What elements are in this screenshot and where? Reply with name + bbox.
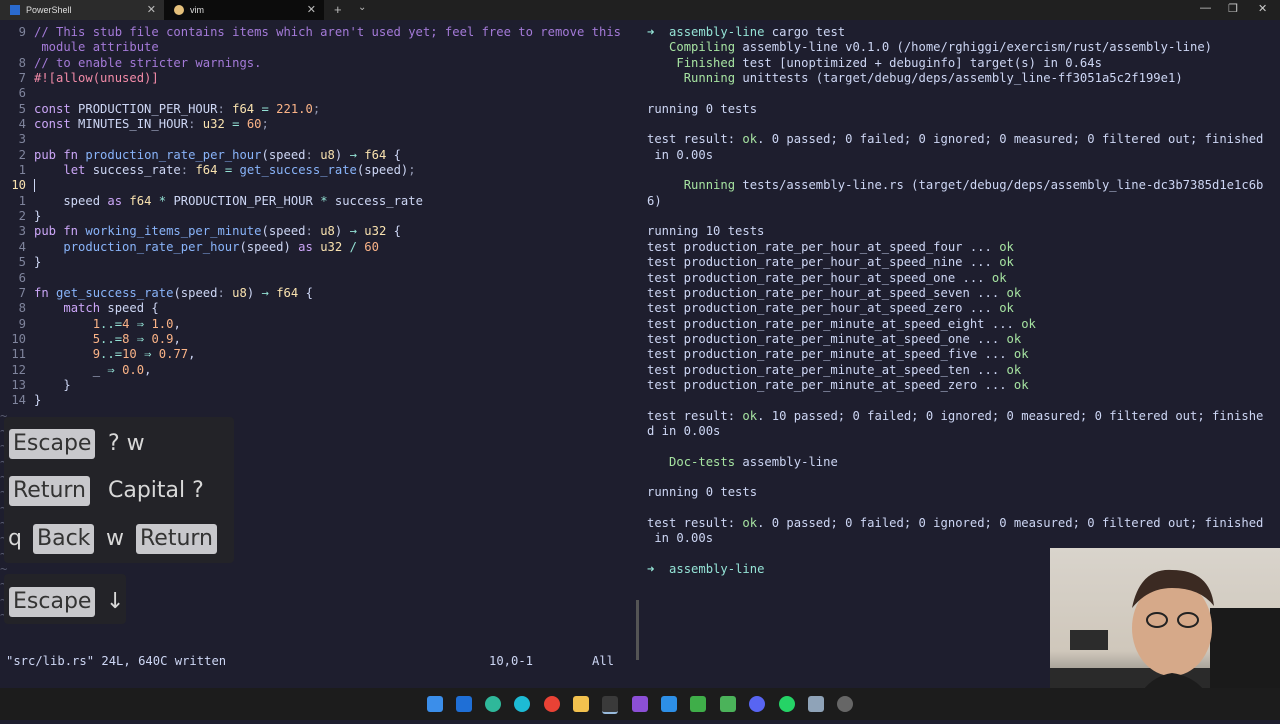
photos-icon[interactable] — [808, 696, 824, 712]
whatsapp-icon[interactable] — [779, 696, 795, 712]
tab-powershell[interactable]: PowerShell ✕ — [0, 0, 164, 20]
tab-bar: PowerShell ✕ vim ✕ + ⌄ — ❐ ✕ — [0, 0, 1280, 20]
chrome-icon[interactable] — [544, 696, 560, 712]
file-explorer-icon[interactable] — [573, 696, 589, 712]
key-text: q — [8, 526, 22, 551]
key-return: Return — [9, 476, 91, 506]
settings-gear-icon[interactable] — [837, 696, 853, 712]
close-icon[interactable]: ✕ — [147, 3, 156, 16]
tab-label: PowerShell — [26, 5, 72, 15]
key-return: Return — [136, 524, 218, 554]
notepad-icon[interactable] — [690, 696, 706, 712]
tab-vim[interactable]: vim ✕ — [164, 0, 324, 20]
edge-icon[interactable] — [485, 696, 501, 712]
text-cursor — [34, 179, 35, 193]
cursor-position: 10,0-1 — [489, 654, 534, 668]
linux-icon — [174, 5, 184, 15]
phone-link-icon[interactable] — [720, 696, 736, 712]
key-text: ? w — [108, 431, 145, 456]
scroll-indicator: All — [592, 654, 615, 668]
windows-start-icon[interactable] — [427, 696, 443, 712]
prompt-arrow-icon: ➜ — [647, 562, 655, 577]
powershell-icon — [10, 5, 20, 15]
vim-pane[interactable]: 9// This stub file contains items which … — [0, 20, 636, 688]
key-escape: Escape — [9, 587, 96, 617]
minimize-icon[interactable]: — — [1200, 2, 1211, 14]
key-back: Back — [33, 524, 95, 554]
discord-icon[interactable] — [749, 696, 765, 712]
close-window-icon[interactable]: ✕ — [1258, 2, 1267, 15]
prompt-arrow-icon: ➜ — [647, 25, 655, 39]
key-escape: Escape — [9, 429, 96, 459]
terminal-icon[interactable] — [602, 696, 618, 714]
taskbar — [0, 688, 1280, 720]
tab-label: vim — [190, 5, 204, 15]
maximize-icon[interactable]: ❐ — [1228, 2, 1238, 15]
new-tab-icon[interactable]: + — [334, 2, 342, 17]
down-arrow-icon: ↓ — [106, 589, 125, 614]
edge-dev-icon[interactable] — [514, 696, 530, 712]
key-text: Capital ? — [108, 478, 204, 503]
vscode-icon[interactable] — [661, 696, 677, 712]
close-icon[interactable]: ✕ — [307, 3, 316, 16]
chevron-down-icon[interactable]: ⌄ — [358, 2, 366, 13]
key-text: w — [106, 526, 124, 551]
dev-home-icon[interactable] — [456, 696, 472, 712]
visual-studio-icon[interactable] — [632, 696, 648, 712]
vim-status-message: "src/lib.rs" 24L, 640C written — [6, 654, 227, 668]
terminal-output[interactable]: ➜ assembly-line cargo test Compiling ass… — [647, 25, 1263, 577]
